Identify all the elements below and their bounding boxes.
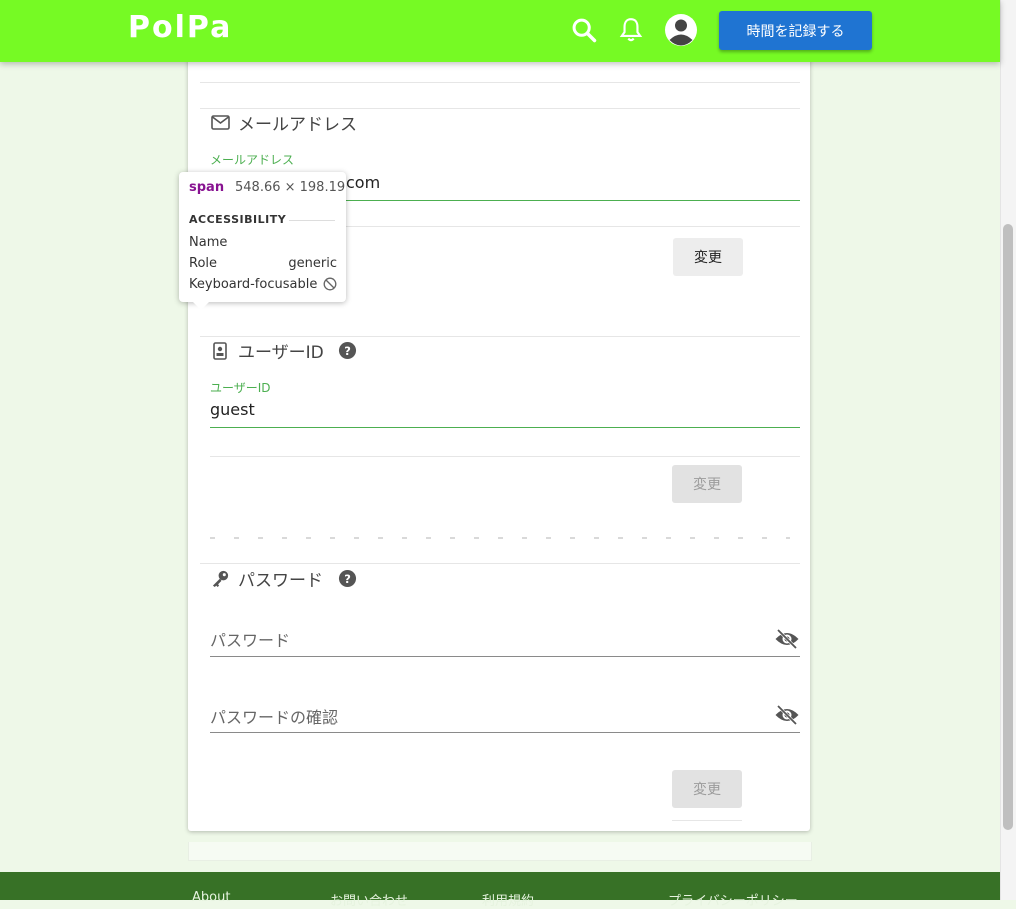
- visibility-off-icon[interactable]: [774, 628, 800, 650]
- brand-logo[interactable]: PolPa: [128, 10, 232, 45]
- site-footer: About お問い合わせ 利用規約 プライバシーポリシー: [0, 872, 1000, 909]
- email-field-value[interactable]: com: [346, 173, 380, 192]
- svg-text:?: ?: [344, 344, 351, 358]
- tooltip-separator: [289, 220, 335, 221]
- email-change-button[interactable]: 変更: [673, 238, 743, 276]
- record-time-button[interactable]: 時間を記録する: [719, 11, 872, 50]
- id-badge-icon: [210, 341, 230, 361]
- userid-field-label: ユーザーID: [210, 381, 271, 395]
- userid-section-header: ユーザーID ?: [210, 338, 358, 363]
- userid-section-title: ユーザーID: [238, 343, 324, 363]
- email-field-label: メールアドレス: [210, 153, 295, 167]
- tooltip-size: 548.66 × 198.19: [235, 180, 346, 195]
- search-icon[interactable]: [568, 14, 600, 46]
- tooltip-row-focusable: Keyboard-focusable: [189, 277, 337, 295]
- tooltip-row-name: Name: [189, 235, 228, 250]
- card-bottom-edge: [188, 842, 812, 861]
- userid-field-value[interactable]: guest: [210, 400, 255, 419]
- userid-change-button[interactable]: 変更: [672, 465, 742, 503]
- divider: [346, 226, 800, 227]
- help-icon[interactable]: ?: [338, 341, 358, 361]
- divider: [200, 82, 800, 83]
- divider: [200, 563, 800, 564]
- password-change-button[interactable]: 変更: [672, 770, 742, 808]
- email-section-title: メールアドレス: [238, 115, 357, 135]
- password-confirm-input[interactable]: パスワードの確認: [210, 704, 338, 728]
- bell-icon[interactable]: [615, 14, 647, 46]
- devtools-inspect-tooltip: span 548.66 × 198.19 ACCESSIBILITY Name …: [179, 172, 346, 310]
- not-allowed-icon: [323, 277, 337, 295]
- divider: [210, 456, 800, 457]
- password-section-title: パスワード: [238, 571, 323, 591]
- mail-icon: [210, 113, 230, 133]
- divider: [210, 537, 790, 539]
- account-icon[interactable]: [664, 13, 698, 47]
- password-confirm-underline: [210, 732, 800, 733]
- help-icon[interactable]: ?: [337, 569, 357, 589]
- tooltip-section-title: ACCESSIBILITY: [189, 213, 287, 226]
- svg-text:?: ?: [344, 572, 351, 586]
- userid-field-underline: [210, 427, 800, 428]
- password-underline: [210, 656, 800, 657]
- divider: [200, 336, 800, 337]
- tooltip-tag-name: span: [189, 180, 225, 195]
- divider: [200, 108, 800, 109]
- divider: [672, 820, 742, 821]
- tooltip-row-role: Role generic: [189, 256, 337, 271]
- password-input[interactable]: パスワード: [210, 627, 290, 651]
- top-app-bar: PolPa 時間を記録する: [0, 0, 1000, 62]
- scrollbar-thumb[interactable]: [1003, 224, 1013, 830]
- key-icon: [210, 569, 230, 589]
- password-section-header: パスワード ?: [210, 566, 357, 591]
- email-section-header: メールアドレス: [210, 110, 357, 135]
- visibility-off-icon[interactable]: [774, 704, 800, 726]
- footer-link-about[interactable]: About: [192, 890, 230, 905]
